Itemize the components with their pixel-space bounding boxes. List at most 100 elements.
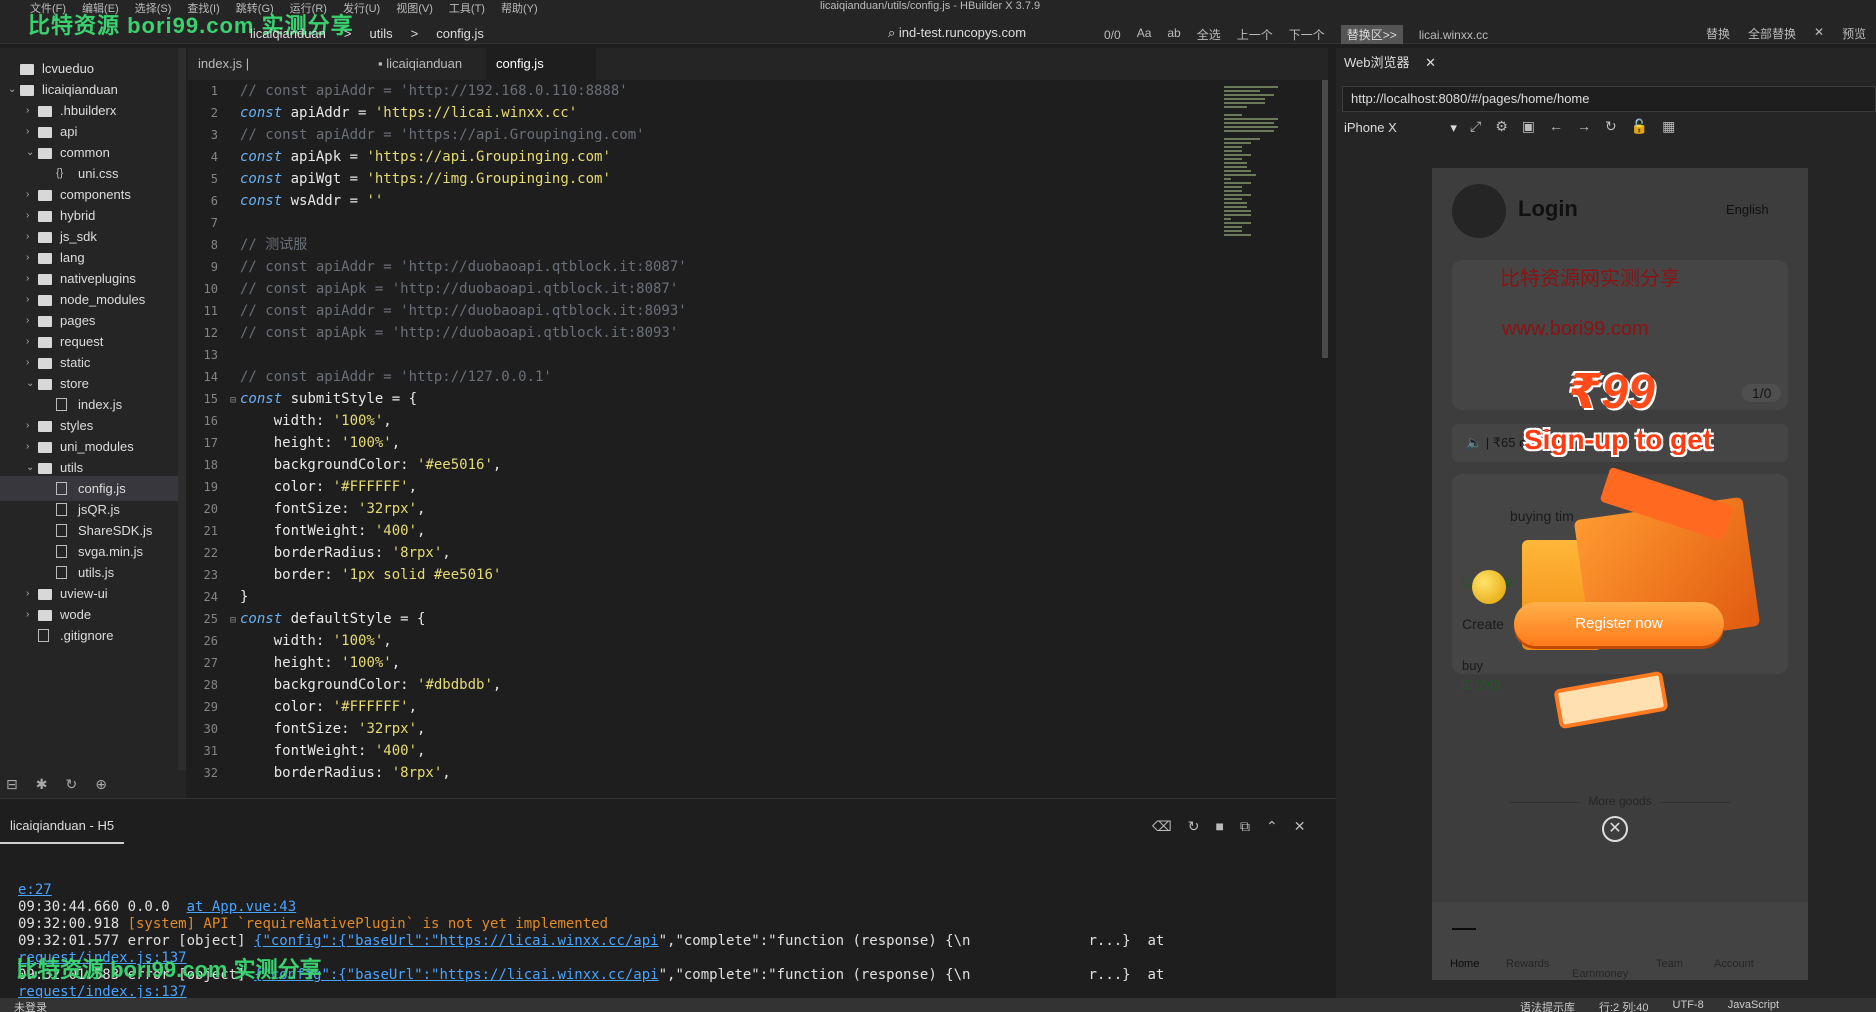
menu-item[interactable]: 视图(V): [396, 0, 433, 15]
tab-web-browser[interactable]: Web浏览器 ✕: [1344, 52, 1436, 71]
qrcode-icon[interactable]: ▦: [1662, 118, 1675, 135]
code-line[interactable]: 29 color: '#FFFFFF',: [188, 696, 417, 718]
folder-icon: [38, 463, 52, 474]
code-line[interactable]: 27 height: '100%',: [188, 652, 401, 674]
code-line[interactable]: 1 // const apiAddr = 'http://192.168.0.11…: [188, 80, 628, 102]
file-icon: [56, 524, 67, 537]
replace-tool-button[interactable]: 替换: [1706, 25, 1730, 42]
find-tool-button[interactable]: 下一个: [1289, 26, 1325, 43]
code-line[interactable]: 5 const apiWgt = 'https://img.Groupinging…: [188, 168, 611, 190]
tab-editor[interactable]: index.js | lcvueduo/src/interface: [188, 48, 368, 103]
replace-tool-button[interactable]: ✕: [1814, 25, 1824, 42]
lock-icon[interactable]: 🔓: [1631, 118, 1648, 135]
fold-marker[interactable]: ⊟: [230, 610, 240, 632]
console-link[interactable]: at App.vue:43: [187, 899, 297, 915]
breadcrumb-item[interactable]: utils: [370, 26, 393, 41]
code-line[interactable]: 30 fontSize: '32rpx',: [188, 718, 426, 740]
menu-item[interactable]: 工具(T): [449, 0, 485, 15]
minimap[interactable]: [1224, 86, 1294, 246]
open-external-icon[interactable]: ⧉: [1240, 818, 1250, 835]
code-line[interactable]: 12 // const apiApk = 'http://duobaoapi.qt…: [188, 322, 679, 344]
collapse-icon[interactable]: ⊟: [6, 776, 18, 793]
console-icon[interactable]: ▣: [1522, 118, 1535, 135]
folder-icon: [20, 85, 34, 96]
status-item[interactable]: JavaScript: [1728, 999, 1779, 1012]
close-popup-button[interactable]: ✕: [1602, 816, 1628, 842]
tab-editor[interactable]: config.js: [486, 48, 596, 80]
minimap-line: [1224, 202, 1247, 204]
code-line[interactable]: 14 // const apiAddr = 'http://127.0.0.1': [188, 366, 552, 388]
console-title[interactable]: licaiqianduan - H5: [10, 818, 114, 833]
back-icon[interactable]: ←: [1549, 118, 1563, 135]
replace-tool-button[interactable]: 预览: [1842, 25, 1866, 42]
code-line[interactable]: 25 ⊟ const defaultStyle = {: [188, 608, 426, 632]
url-input[interactable]: http://localhost:8080/#/pages/home/home: [1342, 86, 1876, 112]
find-tool-button[interactable]: 上一个: [1237, 26, 1273, 43]
sidebar-scrollbar[interactable]: [178, 48, 186, 798]
code-line[interactable]: 9 // const apiAddr = 'http://duobaoapi.qt…: [188, 256, 687, 278]
code-line[interactable]: 31 fontWeight: '400',: [188, 740, 426, 762]
code-line[interactable]: 3 // const apiAddr = 'https://api.Groupin…: [188, 124, 645, 146]
fold-marker[interactable]: ⊟: [230, 390, 240, 412]
code-line[interactable]: 28 backgroundColor: '#dbdbdb',: [188, 674, 502, 696]
code-editor[interactable]: 1 // const apiAddr = 'http://192.168.0.11…: [188, 80, 1328, 798]
code-line[interactable]: 6 const wsAddr = '': [188, 190, 384, 212]
code-line[interactable]: 23 border: '1px solid #ee5016': [188, 564, 502, 586]
close-icon[interactable]: ✕: [1294, 818, 1306, 835]
find-tool-button[interactable]: Aa: [1137, 26, 1152, 43]
replace-input[interactable]: licai.winxx.cc: [1419, 28, 1488, 42]
editor-scrollbar[interactable]: [1322, 80, 1328, 358]
device-select[interactable]: iPhone X ▾: [1344, 120, 1457, 136]
find-tool-button[interactable]: ab: [1167, 26, 1180, 43]
tree-item[interactable]: .gitignore: [0, 623, 180, 648]
status-item[interactable]: UTF-8: [1673, 999, 1704, 1012]
code-line[interactable]: 11 // const apiAddr = 'http://duobaoapi.q…: [188, 300, 687, 322]
code-line[interactable]: 2 const apiAddr = 'https://licai.winxx.cc…: [188, 102, 577, 124]
login-status[interactable]: 未登录: [14, 999, 47, 1012]
code-line[interactable]: 19 color: '#FFFFFF',: [188, 476, 417, 498]
menu-item[interactable]: 帮助(Y): [501, 0, 538, 15]
search-input[interactable]: ⌕ ind-test.runcopys.com: [888, 25, 1026, 41]
code-token: height:: [240, 435, 342, 451]
rotate-icon[interactable]: ⤢: [1470, 118, 1481, 135]
replace-tool-button[interactable]: 全部替换: [1748, 25, 1796, 42]
register-button[interactable]: Register now: [1514, 602, 1724, 646]
replace-toggle-button[interactable]: 替换区>>: [1340, 25, 1403, 44]
code-line[interactable]: 18 backgroundColor: '#ee5016',: [188, 454, 502, 476]
code-line[interactable]: 20 fontSize: '32rpx',: [188, 498, 426, 520]
breadcrumb-item[interactable]: config.js: [436, 26, 484, 41]
reload-icon[interactable]: ↻: [1605, 118, 1617, 135]
stop-icon[interactable]: ■: [1216, 818, 1224, 835]
status-item[interactable]: 行:2 列:40: [1599, 999, 1649, 1012]
console-link[interactable]: e:27: [18, 882, 52, 898]
console-link[interactable]: {"config":{"baseUrl":"https://licai.winx…: [254, 933, 659, 949]
code-line[interactable]: 10 // const apiApk = 'http://duobaoapi.qt…: [188, 278, 679, 300]
code-line[interactable]: 13: [188, 344, 240, 366]
refresh-icon[interactable]: ↻: [65, 776, 77, 793]
code-line[interactable]: 8 // 测试服: [188, 234, 308, 256]
chevron-down-icon: ▾: [1450, 120, 1457, 135]
find-tool-button[interactable]: 全选: [1197, 26, 1221, 43]
globe-icon[interactable]: ⊕: [95, 776, 107, 793]
code-line[interactable]: 15 ⊟ const submitStyle = {: [188, 388, 417, 410]
code-line[interactable]: 4 const apiApk = 'https://api.Groupinging…: [188, 146, 611, 168]
chevron-up-icon[interactable]: ⌃: [1266, 818, 1278, 835]
forward-icon[interactable]: →: [1577, 118, 1591, 135]
code-line[interactable]: 32 borderRadius: '8rpx',: [188, 762, 451, 784]
restart-icon[interactable]: ↻: [1188, 818, 1200, 835]
settings-icon[interactable]: ⚙: [1495, 118, 1508, 135]
close-icon[interactable]: ✕: [1425, 55, 1436, 70]
code-line[interactable]: 16 width: '100%',: [188, 410, 392, 432]
clear-icon[interactable]: ⌫: [1152, 818, 1172, 835]
tab-editor[interactable]: ▪ licaiqianduan: [368, 48, 486, 80]
status-item[interactable]: 语法提示库: [1520, 999, 1575, 1012]
code-line[interactable]: 21 fontWeight: '400',: [188, 520, 426, 542]
code-line[interactable]: 24}: [188, 586, 249, 608]
code-token: ,: [417, 721, 426, 737]
code-line[interactable]: 7: [188, 212, 240, 234]
breadcrumb-item[interactable]: licaiqianduan: [250, 26, 326, 41]
bug-icon[interactable]: ✱: [36, 776, 48, 793]
code-line[interactable]: 17 height: '100%',: [188, 432, 401, 454]
code-line[interactable]: 22 borderRadius: '8rpx',: [188, 542, 451, 564]
code-line[interactable]: 26 width: '100%',: [188, 630, 392, 652]
